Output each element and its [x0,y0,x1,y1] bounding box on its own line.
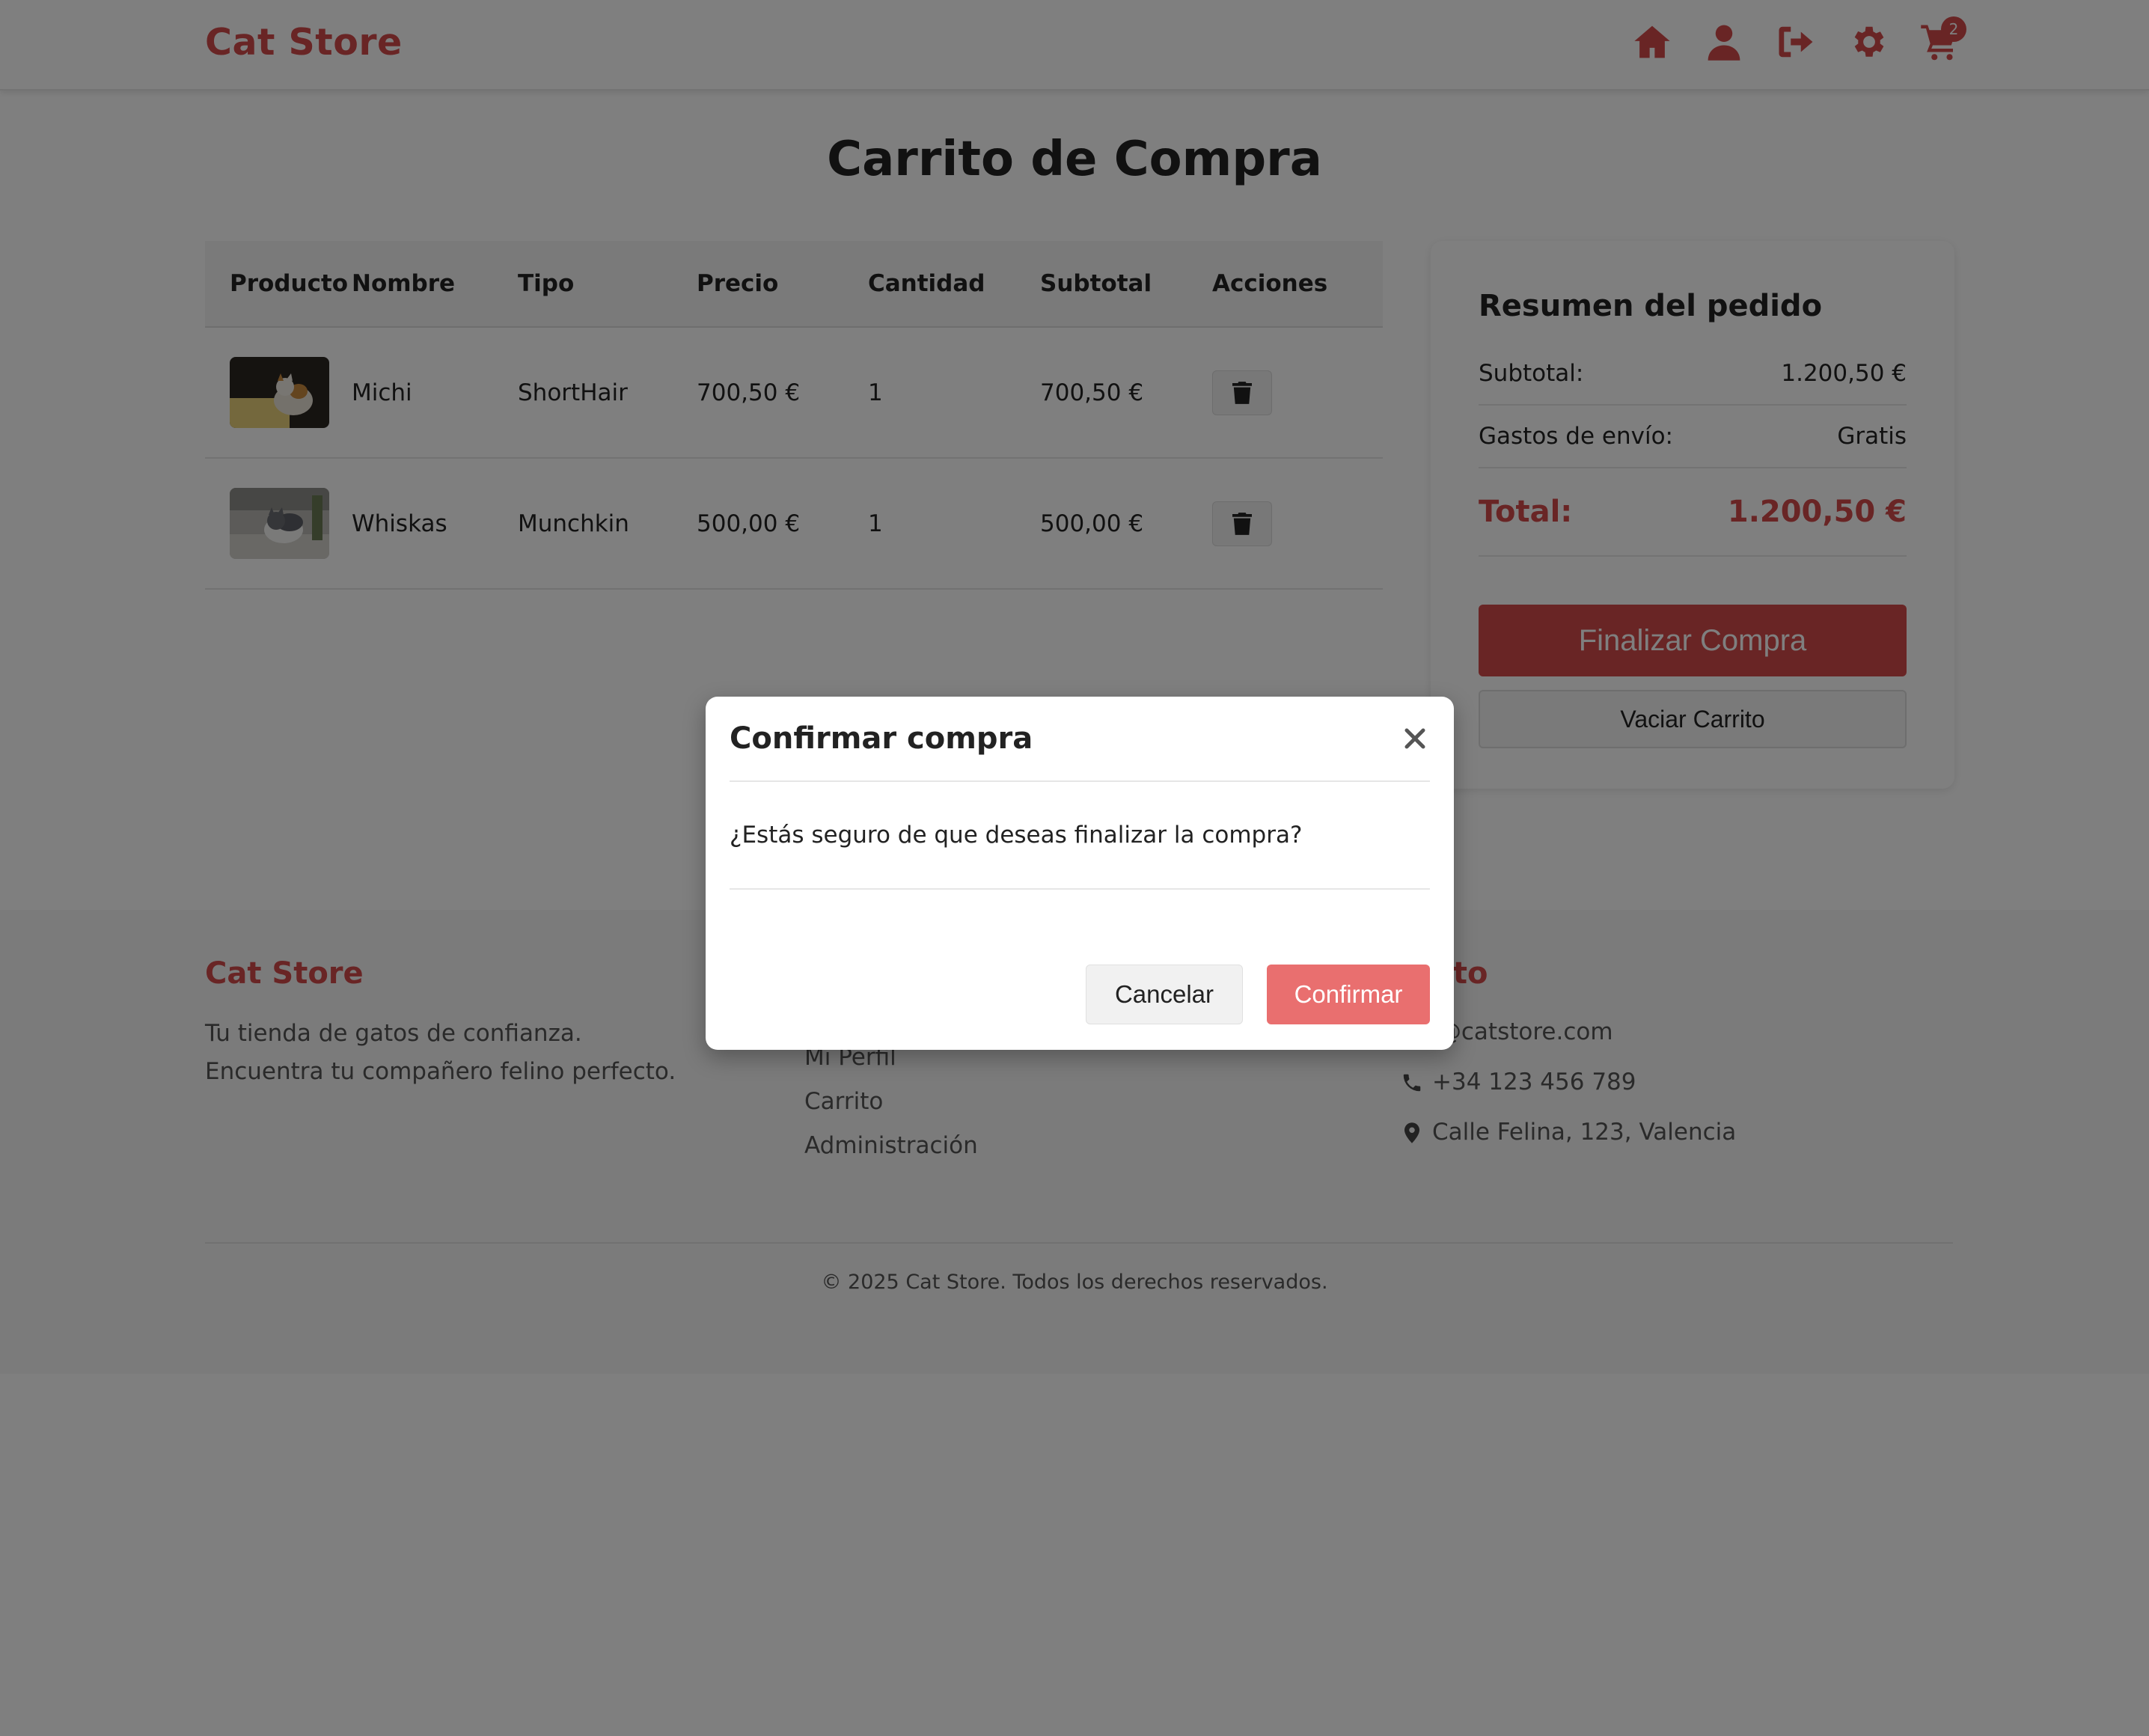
modal-header: Confirmar compra [730,697,1430,782]
modal-title: Confirmar compra [730,721,1033,756]
modal-footer: Cancelar Confirmar [1086,965,1430,1024]
close-icon[interactable] [1400,724,1430,754]
modal-body: ¿Estás seguro de que deseas finalizar la… [730,782,1430,890]
confirm-button[interactable]: Confirmar [1267,965,1430,1024]
confirm-purchase-dialog: Confirmar compra ¿Estás seguro de que de… [706,697,1454,1050]
modal-message: ¿Estás seguro de que deseas finalizar la… [730,822,1303,849]
cancel-button[interactable]: Cancelar [1086,965,1243,1024]
